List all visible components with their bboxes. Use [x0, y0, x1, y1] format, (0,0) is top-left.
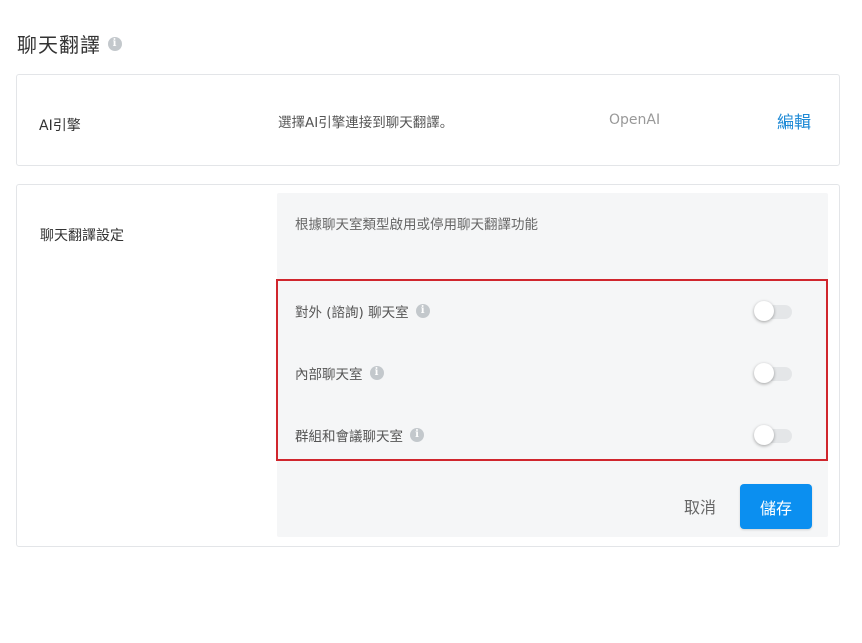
ai-engine-description: 選擇AI引擎連接到聊天翻譯。	[278, 115, 454, 131]
toggle-row-external-chat: 對外 (諮詢) 聊天室 i	[295, 299, 810, 323]
internal-chat-toggle[interactable]	[754, 363, 794, 383]
toggle-label-group-meeting-chat: 群組和會議聊天室	[295, 429, 403, 445]
toggle-knob	[754, 425, 774, 445]
toggle-label-external-chat: 對外 (諮詢) 聊天室	[295, 305, 409, 321]
toggle-row-label: 對外 (諮詢) 聊天室 i	[295, 301, 430, 321]
ai-engine-value: OpenAI	[609, 112, 661, 128]
toggle-row-internal-chat: 內部聊天室 i	[295, 361, 810, 385]
ai-engine-card: AI引擎 選擇AI引擎連接到聊天翻譯。 OpenAI 編輯	[16, 74, 840, 166]
toggle-knob	[754, 301, 774, 321]
toggle-row-label: 群組和會議聊天室 i	[295, 425, 424, 445]
chat-translation-settings-card: 聊天翻譯設定 根據聊天室類型啟用或停用聊天翻譯功能 對外 (諮詢) 聊天室 i …	[16, 184, 840, 547]
toggle-row-group-meeting-chat: 群組和會議聊天室 i	[295, 423, 810, 447]
settings-label: 聊天翻譯設定	[40, 228, 124, 244]
cancel-button[interactable]: 取消	[670, 484, 730, 528]
settings-description: 根據聊天室類型啟用或停用聊天翻譯功能	[295, 217, 538, 233]
save-button[interactable]: 儲存	[740, 484, 812, 529]
settings-panel: 根據聊天室類型啟用或停用聊天翻譯功能 對外 (諮詢) 聊天室 i 內部聊天室 i	[276, 193, 828, 537]
info-icon[interactable]: i	[369, 366, 384, 380]
toggle-label-internal-chat: 內部聊天室	[295, 367, 363, 383]
page-title-text: 聊天翻譯	[17, 33, 101, 57]
edit-button[interactable]: 編輯	[777, 108, 811, 133]
info-icon[interactable]: i	[415, 304, 430, 318]
group-meeting-chat-toggle[interactable]	[754, 425, 794, 445]
info-icon[interactable]: i	[410, 428, 424, 442]
toggle-knob	[754, 363, 774, 383]
external-chat-toggle[interactable]	[754, 301, 794, 321]
info-icon[interactable]: i	[108, 36, 122, 51]
toggle-row-label: 內部聊天室 i	[295, 363, 384, 383]
ai-engine-label: AI引擎	[39, 118, 81, 134]
page-title: 聊天翻譯 i	[17, 29, 122, 58]
